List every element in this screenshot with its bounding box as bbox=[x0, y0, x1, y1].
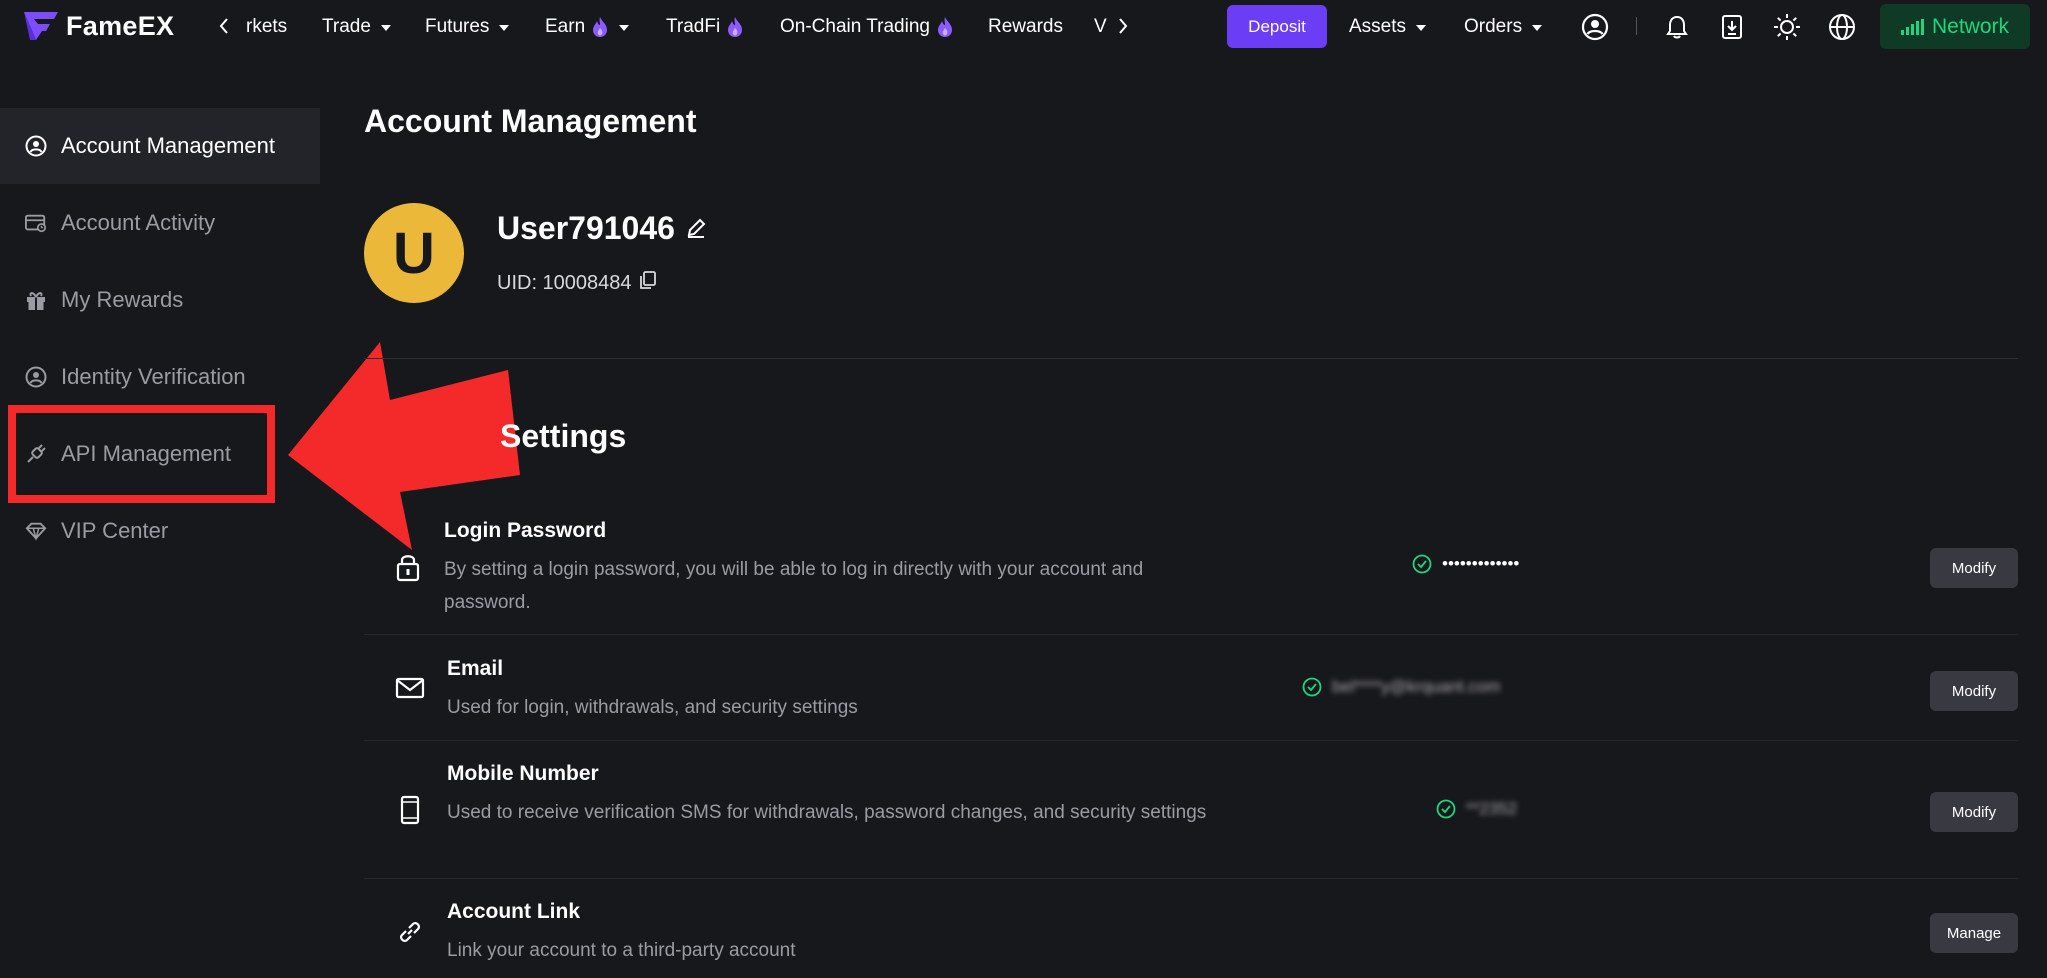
check-circle-icon bbox=[1412, 554, 1432, 574]
mobile-phone-icon bbox=[394, 794, 426, 826]
network-status-button[interactable]: Network bbox=[1880, 4, 2030, 49]
row-title: Mobile Number bbox=[447, 762, 599, 785]
page-title: Account Management bbox=[364, 103, 697, 139]
sidebar-item-label: Identity Verification bbox=[61, 364, 246, 389]
row-divider bbox=[364, 634, 2018, 635]
diamond-icon bbox=[25, 520, 47, 542]
nav-markets[interactable]: rkets bbox=[246, 14, 287, 40]
row-description: Link your account to a third-party accou… bbox=[447, 940, 796, 961]
user-circle-icon bbox=[25, 135, 47, 157]
nav-rewards[interactable]: Rewards bbox=[988, 14, 1063, 40]
highlight-box-annotation bbox=[8, 405, 275, 503]
download-icon[interactable] bbox=[1717, 12, 1747, 42]
copy-icon[interactable] bbox=[639, 271, 656, 295]
bell-icon[interactable] bbox=[1662, 12, 1692, 42]
chevron-down-icon bbox=[380, 25, 391, 31]
settings-row-mobile-number: Mobile Number Used to receive verificati… bbox=[364, 742, 2018, 879]
row-description: By setting a login password, you will be… bbox=[444, 559, 1144, 613]
email-value: bel****y@krquant.com bbox=[1332, 677, 1501, 696]
password-mask: ••••••••••••• bbox=[1442, 554, 1520, 573]
row-description: Used to receive verification SMS for wit… bbox=[447, 802, 1207, 823]
settings-row-login-password: Login Password By setting a login passwo… bbox=[364, 510, 2018, 635]
modify-mobile-button[interactable]: Modify bbox=[1930, 792, 2018, 832]
brand-name: FameEX bbox=[66, 10, 175, 41]
manage-account-link-button[interactable]: Manage bbox=[1930, 913, 2018, 953]
sidebar-item-my-rewards[interactable]: My Rewards bbox=[0, 262, 320, 338]
sun-icon[interactable] bbox=[1772, 12, 1802, 42]
chevron-down-icon bbox=[1416, 25, 1427, 31]
row-divider bbox=[364, 740, 2018, 741]
nav-orders[interactable]: Orders bbox=[1464, 14, 1543, 40]
deposit-button[interactable]: Deposit bbox=[1227, 5, 1327, 48]
nav-scroll-right-icon[interactable] bbox=[1112, 13, 1134, 39]
sidebar-item-identity-verification[interactable]: Identity Verification bbox=[0, 339, 320, 415]
sidebar-item-label: My Rewards bbox=[61, 287, 184, 312]
username: User791046 bbox=[497, 210, 675, 246]
username-block: User791046 bbox=[497, 210, 707, 247]
id-user-icon bbox=[25, 366, 47, 388]
row-description: Used for login, withdrawals, and securit… bbox=[447, 697, 858, 718]
row-title: Account Link bbox=[447, 900, 581, 923]
uid-text: UID: 10008484 bbox=[497, 271, 632, 294]
sidebar-item-label: Account Activity bbox=[61, 210, 216, 235]
section-title: Settings bbox=[500, 418, 627, 454]
top-divider bbox=[1636, 17, 1637, 35]
row-title: Email bbox=[447, 657, 504, 680]
row-divider bbox=[364, 878, 2018, 879]
check-circle-icon bbox=[1436, 799, 1456, 819]
settings-row-email: Email Used for login, withdrawals, and s… bbox=[364, 636, 2018, 741]
sidebar-item-account-activity[interactable]: Account Activity bbox=[0, 185, 320, 261]
modify-password-button[interactable]: Modify bbox=[1930, 548, 2018, 588]
row-title: Login Password bbox=[444, 519, 607, 542]
mobile-value: **2352 bbox=[1466, 799, 1518, 818]
fire-icon bbox=[937, 17, 952, 37]
nav-trade[interactable]: Trade bbox=[322, 14, 391, 40]
nav-earn[interactable]: Earn bbox=[545, 14, 630, 40]
chevron-down-icon bbox=[619, 25, 630, 31]
top-navigation-bar: FameEX rkets Trade Futures Earn TradFi O… bbox=[0, 0, 2047, 52]
fire-icon bbox=[593, 17, 608, 37]
uid-block: UID: 10008484 bbox=[497, 271, 656, 295]
nav-assets[interactable]: Assets bbox=[1349, 14, 1427, 40]
row-status: **2352 bbox=[1436, 799, 1517, 819]
edit-pencil-icon[interactable] bbox=[685, 210, 707, 247]
sidebar-item-label: VIP Center bbox=[61, 518, 169, 543]
chevron-down-icon bbox=[1532, 25, 1543, 31]
fameex-logo-icon bbox=[24, 12, 58, 40]
row-status: bel****y@krquant.com bbox=[1302, 677, 1500, 697]
nav-more[interactable]: V bbox=[1094, 14, 1107, 40]
fire-icon bbox=[728, 17, 743, 37]
sidebar-item-label: Account Management bbox=[61, 133, 276, 158]
profile-icon[interactable] bbox=[1580, 12, 1610, 42]
gift-icon bbox=[25, 289, 47, 311]
nav-futures[interactable]: Futures bbox=[425, 14, 510, 40]
activity-card-icon bbox=[25, 212, 47, 234]
email-icon bbox=[394, 672, 426, 704]
lock-icon bbox=[392, 551, 424, 583]
link-icon bbox=[394, 916, 426, 948]
brand-logo[interactable]: FameEX bbox=[22, 8, 174, 44]
nav-tradfi[interactable]: TradFi bbox=[666, 14, 744, 40]
signal-icon bbox=[1900, 18, 1924, 35]
globe-icon[interactable] bbox=[1827, 12, 1857, 42]
nav-on-chain-trading[interactable]: On-Chain Trading bbox=[780, 14, 954, 40]
avatar: U bbox=[364, 203, 464, 303]
check-circle-icon bbox=[1302, 677, 1322, 697]
nav-scroll-left-icon[interactable] bbox=[213, 13, 235, 39]
row-status: ••••••••••••• bbox=[1412, 554, 1519, 574]
sidebar-item-vip-center[interactable]: VIP Center bbox=[0, 493, 320, 569]
modify-email-button[interactable]: Modify bbox=[1930, 671, 2018, 711]
settings-row-account-link: Account Link Link your account to a thir… bbox=[364, 880, 2018, 978]
section-divider bbox=[364, 358, 2018, 359]
sidebar-item-account-management[interactable]: Account Management bbox=[0, 108, 320, 184]
chevron-down-icon bbox=[499, 25, 510, 31]
